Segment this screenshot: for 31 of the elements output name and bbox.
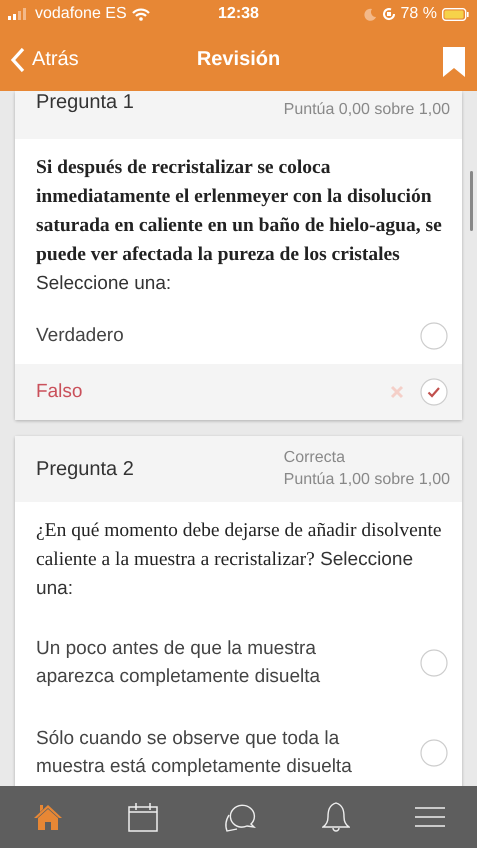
answer-option[interactable]: Sólo cuando se observe que toda la muestra está completamente disuelta bbox=[15, 703, 462, 786]
bookmark-icon[interactable] bbox=[443, 46, 465, 76]
answer-option[interactable]: Un poco antes de que la muestra aparezca completamente disuelta bbox=[15, 613, 462, 703]
radio-button[interactable] bbox=[420, 739, 448, 767]
scrollbar bbox=[470, 171, 473, 231]
carrier-name: vodafone ES bbox=[35, 5, 127, 23]
back-chevron-icon bbox=[10, 46, 26, 72]
question-title: Pregunta 1 bbox=[36, 91, 134, 114]
option-label: Un poco antes de que la muestra aparezca completamente disuelta bbox=[36, 637, 322, 689]
option-label: Verdadero bbox=[36, 324, 125, 348]
radio-button[interactable] bbox=[420, 378, 448, 406]
battery-percent: 78 % bbox=[400, 5, 437, 23]
screen-title: Revisión bbox=[196, 48, 280, 71]
wifi-icon bbox=[132, 8, 150, 20]
cross-icon bbox=[390, 385, 404, 399]
question-grade: Puntúa 0,00 sobre 1,00 bbox=[284, 101, 450, 119]
battery-icon bbox=[442, 8, 469, 20]
moon-icon bbox=[364, 8, 377, 20]
radio-button[interactable] bbox=[420, 649, 448, 677]
option-label: Falso bbox=[36, 380, 84, 404]
answer-option[interactable]: Falso bbox=[15, 364, 462, 420]
question-text: ¿En qué momento debe dejarse de añadir disolvente caliente a la muestra a recristalizar? Seleccione una: bbox=[35, 519, 443, 601]
question-title: Pregunta 2 bbox=[36, 458, 134, 480]
answer-option[interactable]: Verdadero bbox=[15, 308, 462, 364]
question-state: Correcta bbox=[284, 449, 346, 467]
rotation-lock-icon bbox=[382, 7, 396, 21]
radio-button[interactable] bbox=[420, 322, 448, 350]
question-grade: Puntúa 1,00 sobre 1,00 bbox=[284, 471, 450, 489]
status-time: 12:38 bbox=[218, 5, 259, 23]
question-text: Si después de recristalizar se coloca inmediatamente el erlenmeyer con la disolución saturada en caliente en un baño de hielo-agua, se puede ver afectada la pureza de los cristales Seleccione una: bbox=[35, 156, 443, 296]
option-label: Sólo cuando se observe que toda la muestra está completamente disuelta bbox=[36, 727, 353, 779]
